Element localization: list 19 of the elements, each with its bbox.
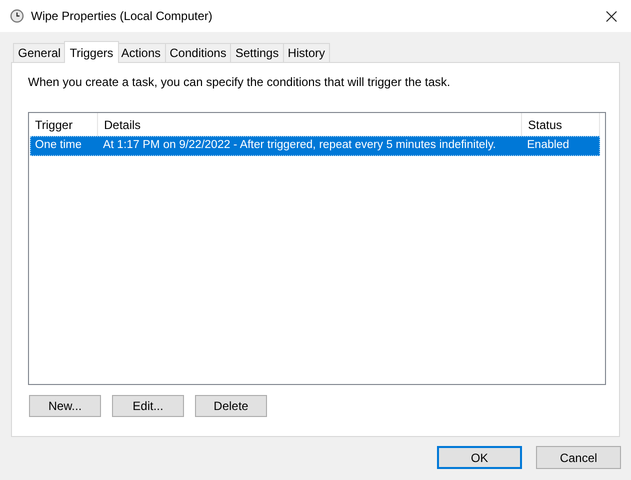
tab[interactable]: Triggers [64, 41, 120, 63]
panel-button[interactable]: Delete [195, 395, 267, 417]
window-title: Wipe Properties (Local Computer) [31, 8, 212, 25]
tab[interactable]: Conditions [166, 43, 232, 62]
tab[interactable]: General [13, 43, 66, 62]
table-row[interactable]: One time At 1:17 PM on 9/22/2022 - After triggered, repeat every 5 minutes indefinitely. Enabled [30, 136, 600, 156]
description-text: When you create a task, you can specify the conditions that will trigger the task. [27, 74, 452, 91]
panel-button[interactable]: Edit... [112, 395, 184, 417]
panel-button[interactable]: New... [29, 395, 101, 417]
table-cell-text: Enabled [526, 138, 570, 154]
table-cell-text: At 1:17 PM on 9/22/2022 - After triggered, repeat every 5 minutes indefinitely. [102, 138, 497, 154]
dialog-button[interactable]: OK [437, 446, 522, 469]
clock-icon [10, 9, 24, 23]
tab[interactable]: History [284, 43, 330, 62]
table-cell-text: One time [34, 138, 83, 154]
close-icon [606, 10, 616, 22]
dialog-button[interactable]: Cancel [536, 446, 621, 469]
tab[interactable]: Settings [231, 43, 284, 62]
tab[interactable]: Actions [117, 43, 166, 62]
